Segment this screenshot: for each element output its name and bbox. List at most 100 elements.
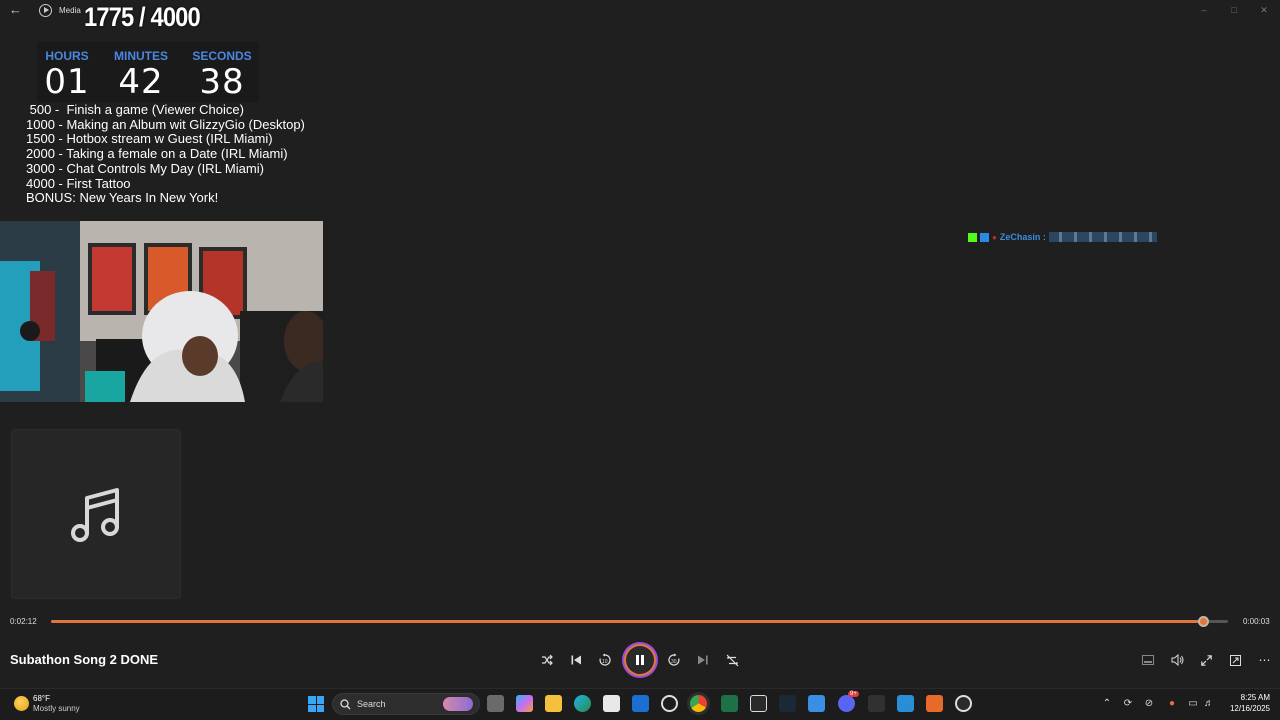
maximize-button[interactable]: □: [1227, 4, 1241, 16]
fullscreen-button[interactable]: [1197, 651, 1215, 669]
minutes-label: MINUTES: [114, 49, 168, 63]
chrome-icon[interactable]: [690, 695, 707, 712]
chat-username: ZeChasin :: [999, 232, 1046, 242]
windows-logo-pane: [308, 704, 316, 712]
discord-icon[interactable]: [838, 695, 855, 712]
shuffle-button[interactable]: [538, 651, 556, 669]
remaining-time: 0:00:03: [1243, 617, 1270, 626]
forward-30-icon: 30: [668, 653, 680, 666]
chat-emotes: [1048, 232, 1157, 242]
outlook-icon[interactable]: [632, 695, 649, 712]
forward-30-button[interactable]: 30: [665, 651, 683, 669]
minimize-button[interactable]: –: [1197, 4, 1211, 16]
search-label: Search: [357, 699, 386, 709]
pin-icon: ●: [992, 232, 997, 242]
goals-list: 500 - Finish a game (Viewer Choice) 1000…: [26, 102, 305, 206]
windows-logo-pane: [316, 704, 324, 712]
svg-text:30: 30: [671, 659, 677, 665]
webcam-video: [0, 221, 323, 402]
kick-badge-icon: [968, 232, 977, 242]
epic-games-icon[interactable]: [868, 695, 885, 712]
goal-item: 3000 - Chat Controls My Day (IRL Miami): [26, 160, 264, 176]
previous-button[interactable]: [567, 651, 585, 669]
display-icon[interactable]: ▭: [1187, 698, 1199, 710]
excel-icon[interactable]: [721, 695, 738, 712]
compact-overlay-icon: [1229, 654, 1241, 666]
album-art: [11, 429, 181, 599]
subathon-counter: 1775 / 4000: [84, 2, 201, 32]
hours-label: HOURS: [45, 49, 89, 63]
file-explorer-icon[interactable]: [545, 695, 562, 712]
miniplayer-button[interactable]: [1139, 651, 1157, 669]
chevron-up-icon[interactable]: ⌃: [1101, 698, 1113, 710]
microsoft-store-icon[interactable]: [603, 695, 620, 712]
search-icon: [340, 699, 351, 710]
taskbar-search[interactable]: [332, 693, 480, 715]
next-button[interactable]: [694, 651, 712, 669]
media-player-icon[interactable]: [955, 695, 972, 712]
more-options-button[interactable]: ⋯: [1255, 651, 1273, 669]
copilot-icon[interactable]: [516, 695, 533, 712]
webcam-scene: [0, 221, 323, 402]
hours-value: 01: [44, 62, 90, 102]
fullscreen-icon: [1200, 654, 1212, 666]
speaker-icon[interactable]: ♬: [1203, 698, 1215, 710]
seek-bar[interactable]: [51, 616, 1228, 627]
back-arrow-icon[interactable]: ←: [9, 3, 23, 17]
rewind-10-icon: 10: [599, 653, 611, 666]
windows-logo-pane: [308, 696, 316, 704]
clock-date[interactable]: 12/16/2025: [1216, 704, 1270, 713]
fl-studio-icon[interactable]: [926, 695, 943, 712]
discord-notification-badge: 9+: [848, 691, 859, 697]
pause-button[interactable]: [624, 644, 656, 676]
goal-item: 4000 - First Tattoo: [26, 175, 131, 191]
goal-item: BONUS: New Years In New York!: [26, 190, 219, 206]
previous-icon: [571, 655, 581, 665]
network-off-icon[interactable]: ⊘: [1143, 698, 1155, 710]
more-icon: ⋯: [1258, 653, 1271, 667]
volume-button[interactable]: [1168, 651, 1186, 669]
song-title: Subathon Song 2 DONE: [10, 652, 159, 667]
seconds-value: 38: [199, 62, 245, 102]
media-player-app-icon: [39, 4, 52, 17]
seek-thumb[interactable]: [1198, 616, 1210, 627]
task-view-icon[interactable]: [487, 695, 504, 712]
sun-cloud-icon[interactable]: [14, 696, 29, 711]
svg-text:10: 10: [602, 659, 608, 665]
goal-item: 500 - Finish a game (Viewer Choice): [26, 102, 244, 117]
timer-seconds: SECONDS 38: [189, 42, 255, 102]
weather-temperature[interactable]: 68°F: [33, 694, 50, 703]
clock-time[interactable]: 8:25 AM: [1224, 693, 1270, 702]
compact-overlay-button[interactable]: [1226, 651, 1244, 669]
steam-icon[interactable]: [779, 695, 796, 712]
seek-bar-fill: [51, 620, 1205, 623]
pause-icon: [636, 655, 644, 665]
openai-icon[interactable]: [661, 695, 678, 712]
elapsed-time: 0:02:12: [10, 617, 37, 626]
pause-button-inner: [626, 646, 654, 674]
sync-icon[interactable]: ⟳: [1122, 698, 1134, 710]
weather-condition[interactable]: Mostly sunny: [33, 704, 80, 713]
timer-minutes: MINUTES 42: [109, 42, 173, 102]
shuffle-icon: [542, 654, 553, 666]
goal-item: 2000 - Taking a female on a Date (IRL Mi…: [26, 146, 288, 162]
minutes-value: 42: [118, 62, 164, 102]
seconds-label: SECONDS: [192, 49, 252, 63]
close-button[interactable]: ✕: [1257, 4, 1271, 16]
edge-icon[interactable]: [574, 695, 591, 712]
music-note-icon: [71, 488, 119, 542]
notepad-icon[interactable]: [808, 695, 825, 712]
search-highlight-icon: [443, 697, 473, 711]
microphone-icon[interactable]: ●: [1166, 698, 1178, 710]
g-app-icon[interactable]: [750, 695, 767, 712]
windows-logo-pane: [316, 696, 324, 704]
start-button[interactable]: [308, 696, 324, 712]
goal-item: 1000 - Making an Album wit GlizzyGio (De…: [26, 116, 305, 132]
goal-item: 1500 - Hotbox stream w Guest (IRL Miami): [26, 131, 273, 147]
repeat-off-button[interactable]: [723, 651, 741, 669]
window-title: Media: [59, 6, 81, 15]
miniplayer-icon: [1142, 655, 1154, 665]
chat-message: ● ZeChasin :: [968, 232, 1157, 242]
photos-icon[interactable]: [897, 695, 914, 712]
rewind-10-button[interactable]: 10: [596, 651, 614, 669]
